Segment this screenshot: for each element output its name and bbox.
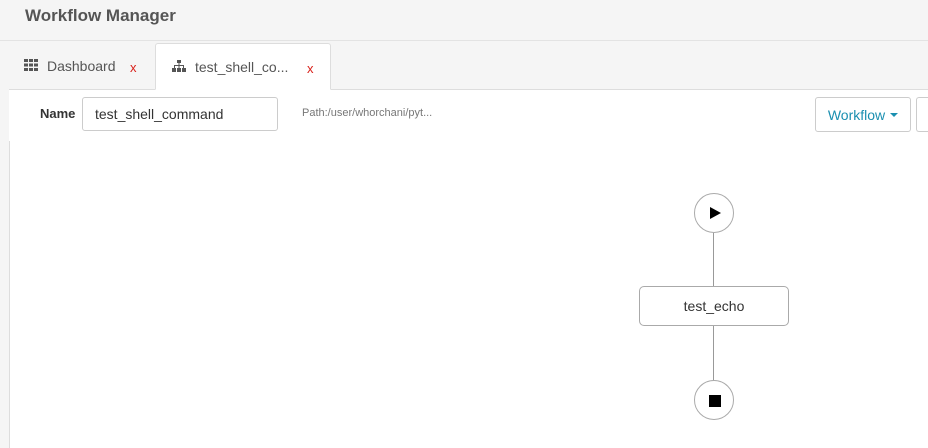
end-node[interactable] (694, 380, 734, 420)
tab-dashboard-close-button[interactable]: x (130, 60, 137, 75)
tab-test-shell-command-close-button[interactable]: x (307, 61, 314, 76)
tab-bar: Dashboard x test_shell_co... x (9, 43, 928, 90)
workflow-dropdown-button[interactable]: Workflow (815, 97, 911, 132)
name-label: Name (40, 106, 76, 121)
start-node[interactable] (694, 193, 734, 233)
action-node-label: test_echo (683, 298, 745, 314)
grid-icon (24, 58, 38, 74)
workflow-dropdown-label: Workflow (827, 106, 886, 123)
stop-icon (709, 395, 721, 407)
app-header: Workflow Manager (0, 0, 928, 41)
workflow-toolbar: Name Path:/user/whorchani/pyt... Workflo… (9, 90, 928, 142)
workflow-path: Path:/user/whorchani/pyt... (302, 107, 433, 119)
tab-dashboard-label: Dashboard (47, 58, 116, 74)
workflow-name-input[interactable] (82, 97, 278, 131)
tab-test-shell-command[interactable]: test_shell_co... x (155, 43, 331, 90)
caret-down-icon (890, 112, 899, 117)
edge-action-to-end (713, 326, 714, 381)
edge-start-to-action (713, 233, 714, 287)
tab-test-shell-command-label: test_shell_co... (195, 58, 289, 75)
toolbar-extra-button[interactable] (916, 97, 928, 132)
workflow-canvas[interactable] (9, 141, 928, 448)
play-icon (710, 207, 721, 219)
tab-dashboard[interactable]: Dashboard x (9, 43, 155, 89)
app-title: Workflow Manager (25, 6, 176, 25)
action-node-test-echo[interactable]: test_echo (639, 286, 789, 326)
sitemap-icon (172, 59, 186, 75)
